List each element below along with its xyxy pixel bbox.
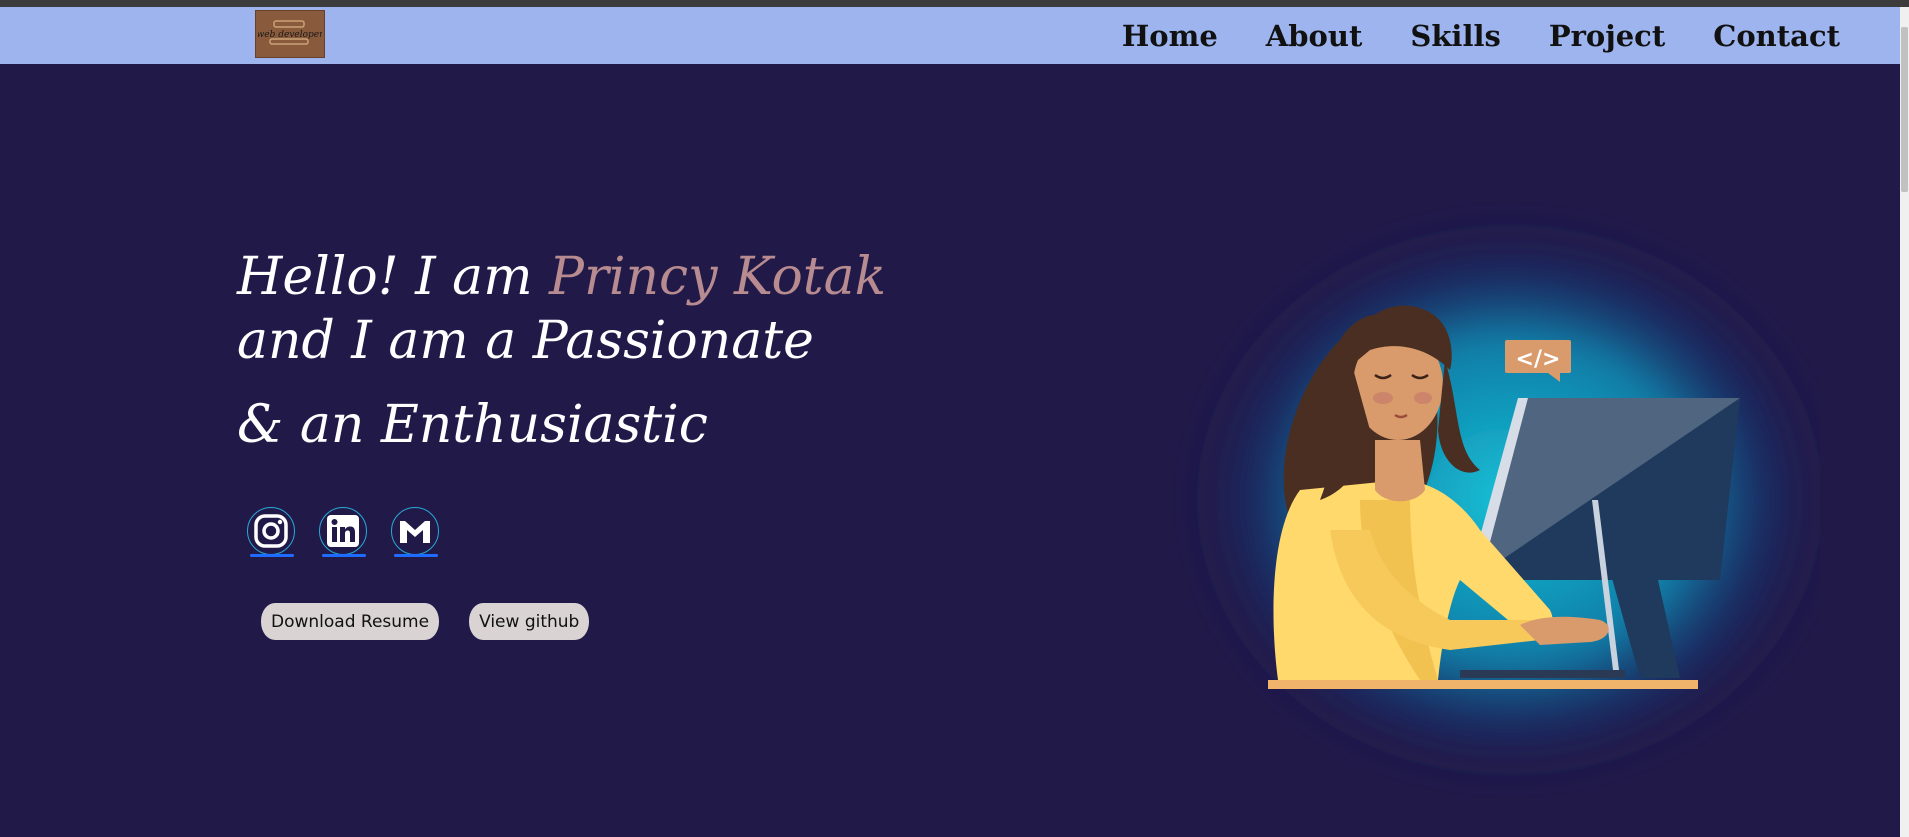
social-links <box>247 507 439 557</box>
linkedin-link[interactable] <box>319 507 367 557</box>
developer-illustration: </> <box>1180 210 1820 790</box>
nav-about[interactable]: About <box>1266 19 1363 53</box>
scroll-thumb[interactable] <box>1901 27 1908 192</box>
gmail-link[interactable] <box>391 507 439 557</box>
code-tag-icon: </> <box>1516 347 1561 372</box>
nav-project[interactable]: Project <box>1549 19 1665 53</box>
greeting: Hello! I am <box>237 247 550 307</box>
hero-line-3: & an Enthusiastic <box>237 395 708 455</box>
scrollbar[interactable] <box>1900 7 1909 837</box>
hero-name: Princy Kotak <box>549 247 887 307</box>
gmail-icon <box>400 521 430 543</box>
nav-contact[interactable]: Contact <box>1713 19 1840 53</box>
logo-image: web developer <box>258 15 322 53</box>
nav-home[interactable]: Home <box>1122 19 1218 53</box>
instagram-link[interactable] <box>247 507 295 557</box>
download-resume-button[interactable]: Download Resume <box>261 603 440 640</box>
linkedin-icon <box>327 515 359 547</box>
browser-top-strip <box>0 0 1909 7</box>
hero-buttons: Download Resume View github <box>261 603 590 640</box>
nav-links: Home About Skills Project Contact <box>1122 7 1840 64</box>
hero-line-2: and I am a Passionate <box>237 311 814 371</box>
view-github-button[interactable]: View github <box>469 603 590 640</box>
instagram-icon <box>254 514 288 548</box>
keyboard <box>1460 670 1625 678</box>
navbar: web developer Home About Skills Project … <box>0 7 1900 64</box>
desk <box>1268 680 1698 689</box>
logo[interactable]: web developer <box>255 10 325 58</box>
hero-line-1: Hello! I am Princy Kotak <box>237 245 886 309</box>
nav-skills[interactable]: Skills <box>1410 19 1500 53</box>
hero-heading: Hello! I am Princy Kotak and I am a Pass… <box>237 245 886 457</box>
logo-text: web developer <box>258 30 322 40</box>
